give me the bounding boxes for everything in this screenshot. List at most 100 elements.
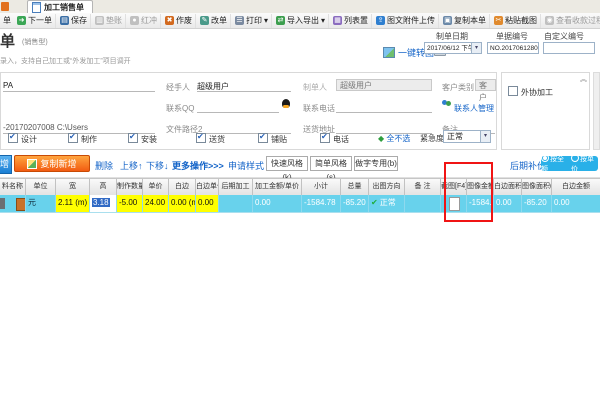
cell-direction[interactable]: ✔正常: [369, 195, 405, 212]
checkbox-phone[interactable]: 电话: [320, 133, 349, 145]
tab-simple-style[interactable]: 简单风格(s): [310, 156, 352, 171]
import-export-button[interactable]: ⇄导入导出▾: [273, 14, 329, 28]
apply-sample-link[interactable]: 申请样式: [228, 159, 264, 172]
modify-order-button[interactable]: ✎改单: [197, 14, 231, 28]
document-icon: [32, 2, 41, 13]
tab-label: 加工销售单: [44, 2, 84, 13]
cell-subtotal[interactable]: -1584.78: [302, 195, 341, 212]
cell-margin-area[interactable]: 0.00: [494, 195, 522, 212]
checkbox-install[interactable]: 安装: [128, 133, 157, 145]
chevron-down-icon[interactable]: ▾: [480, 131, 490, 142]
clipped-text-fragment: [0, 198, 5, 209]
move-down-link[interactable]: 下移↓: [146, 159, 169, 172]
customer-category-field: 客户: [475, 79, 496, 91]
color-swatch-icon: [16, 198, 26, 211]
maker-field: 超级用户: [336, 79, 432, 91]
tab-lettering-style[interactable]: 做字专用(b): [354, 156, 398, 171]
copy-order-button[interactable]: ▣复制本单: [440, 14, 490, 28]
col-height[interactable]: 高: [90, 179, 117, 195]
next-order-button[interactable]: ➜下一单: [14, 14, 56, 28]
cell-total-qty[interactable]: -85.20: [341, 195, 369, 212]
col-price[interactable]: 单价: [143, 179, 169, 195]
printer-icon: ☰: [235, 16, 244, 25]
maker-label: 制单人: [303, 82, 327, 93]
col-material-name[interactable]: 料名称: [0, 179, 26, 195]
cell-price[interactable]: 24.00: [143, 195, 169, 212]
phone-field[interactable]: [336, 102, 432, 113]
col-margin-price[interactable]: 白边单价: [196, 179, 219, 195]
contact-qq-field[interactable]: [197, 102, 279, 113]
delete-line-link[interactable]: 删除: [95, 159, 113, 172]
customer-field[interactable]: PA: [3, 81, 155, 92]
red-reverse-icon: ●: [130, 16, 139, 25]
clipped-tab-icon[interactable]: [1, 2, 9, 11]
move-up-link[interactable]: 上移↑: [120, 159, 143, 172]
col-process-amount[interactable]: 加工金额/单价: [253, 179, 302, 195]
list-config-button[interactable]: ▦列表置: [330, 14, 372, 28]
collapse-icon[interactable]: ︽: [580, 74, 587, 84]
agent-field[interactable]: 超级用户: [197, 81, 291, 92]
cell-process-amount[interactable]: 0.00: [253, 195, 302, 212]
col-width[interactable]: 宽: [56, 179, 90, 195]
attachment-upload-button[interactable]: ⇪图文附件上传: [373, 14, 439, 28]
col-direction[interactable]: 出图方向: [369, 179, 405, 195]
by-total-radio[interactable]: 按全额: [541, 154, 568, 174]
cell-unit[interactable]: 元: [26, 195, 56, 212]
col-margin[interactable]: 白边: [169, 179, 196, 195]
chevron-down-icon[interactable]: ▾: [471, 43, 481, 53]
checkbox-icon: [8, 133, 18, 143]
agent-label: 经手人: [166, 82, 190, 93]
col-total-qty[interactable]: 总量: [341, 179, 369, 195]
col-subtotal[interactable]: 小计: [302, 179, 341, 195]
copy-add-button[interactable]: 复制新增: [14, 155, 90, 172]
cell-note[interactable]: [405, 195, 441, 212]
checkbox-icon: [68, 133, 78, 143]
order-no-field[interactable]: NO.201706128002: [487, 42, 539, 54]
cell-image-area[interactable]: -85.20: [522, 195, 552, 212]
cell-qty[interactable]: -5.00: [117, 195, 143, 212]
list-config-icon: ▦: [333, 16, 342, 25]
tab-quick-style[interactable]: 快速风格(k): [266, 156, 308, 171]
cell-margin[interactable]: 0.00 (m): [169, 195, 196, 212]
checkbox-paste[interactable]: 铺贴: [258, 133, 287, 145]
col-margin-amount[interactable]: 白边金额: [552, 179, 600, 195]
paste-screenshot-button[interactable]: ✂粘贴截图: [491, 14, 541, 28]
col-margin-area[interactable]: 白边面积(m2): [494, 179, 522, 195]
cell-height-editing[interactable]: 3.18: [90, 195, 117, 212]
col-note[interactable]: 备 注: [405, 179, 441, 195]
date-combobox[interactable]: 2017/06/12 下午 12:1 ▾: [424, 42, 482, 54]
checkbox-deliver[interactable]: 送货: [196, 133, 225, 145]
table-header: 料名称 单位 宽 高 制作数量 单价 白边 白边单价 后期加工 加工金额/单价 …: [0, 178, 600, 196]
save-icon: ▤: [60, 16, 69, 25]
checkbox-design[interactable]: 设计: [8, 133, 37, 145]
cell-width[interactable]: 2.11 (m): [56, 195, 90, 212]
qq-icon[interactable]: [282, 99, 290, 108]
contacts-manage-link[interactable]: 联系人管理: [454, 103, 494, 114]
cell-margin-price[interactable]: 0.00: [196, 195, 219, 212]
by-unit-radio[interactable]: 按单价: [571, 154, 598, 174]
col-image-area[interactable]: 图像面积(m2): [522, 179, 552, 195]
table-row[interactable]: 元 2.11 (m) 3.18 -5.00 24.00 0.00 (m) 0.0…: [0, 195, 600, 213]
more-actions-link[interactable]: 更多操作>>>: [172, 159, 224, 172]
print-button[interactable]: ☰打印▾: [232, 14, 272, 28]
scroll-strip[interactable]: [593, 72, 600, 150]
clipped-toolbar-button[interactable]: 单: [1, 15, 13, 26]
void-button[interactable]: ✖作废: [162, 14, 196, 28]
checkbox-icon: [128, 133, 138, 143]
outsource-checkbox[interactable]: 外协加工: [508, 86, 553, 98]
col-qty[interactable]: 制作数量: [117, 179, 143, 195]
tab-processing-sales-order[interactable]: 加工销售单: [27, 0, 93, 13]
save-button[interactable]: ▤保存: [57, 14, 91, 28]
cell-margin-amount[interactable]: 0.00: [552, 195, 600, 212]
date-label: 制单日期: [436, 31, 468, 42]
add-line-button-clipped[interactable]: 增: [0, 155, 12, 174]
col-post-process[interactable]: 后期加工: [219, 179, 253, 195]
checkbox-icon: [258, 133, 268, 143]
cell-post-process[interactable]: [219, 195, 253, 212]
checkbox-make[interactable]: 制作: [68, 133, 97, 145]
urgency-select[interactable]: 正常 ▾: [443, 130, 491, 143]
col-unit[interactable]: 单位: [26, 179, 56, 195]
custom-no-field[interactable]: [543, 42, 595, 54]
cell-material-name[interactable]: [0, 195, 26, 212]
select-none-link[interactable]: ◆ 全不选: [378, 133, 410, 144]
